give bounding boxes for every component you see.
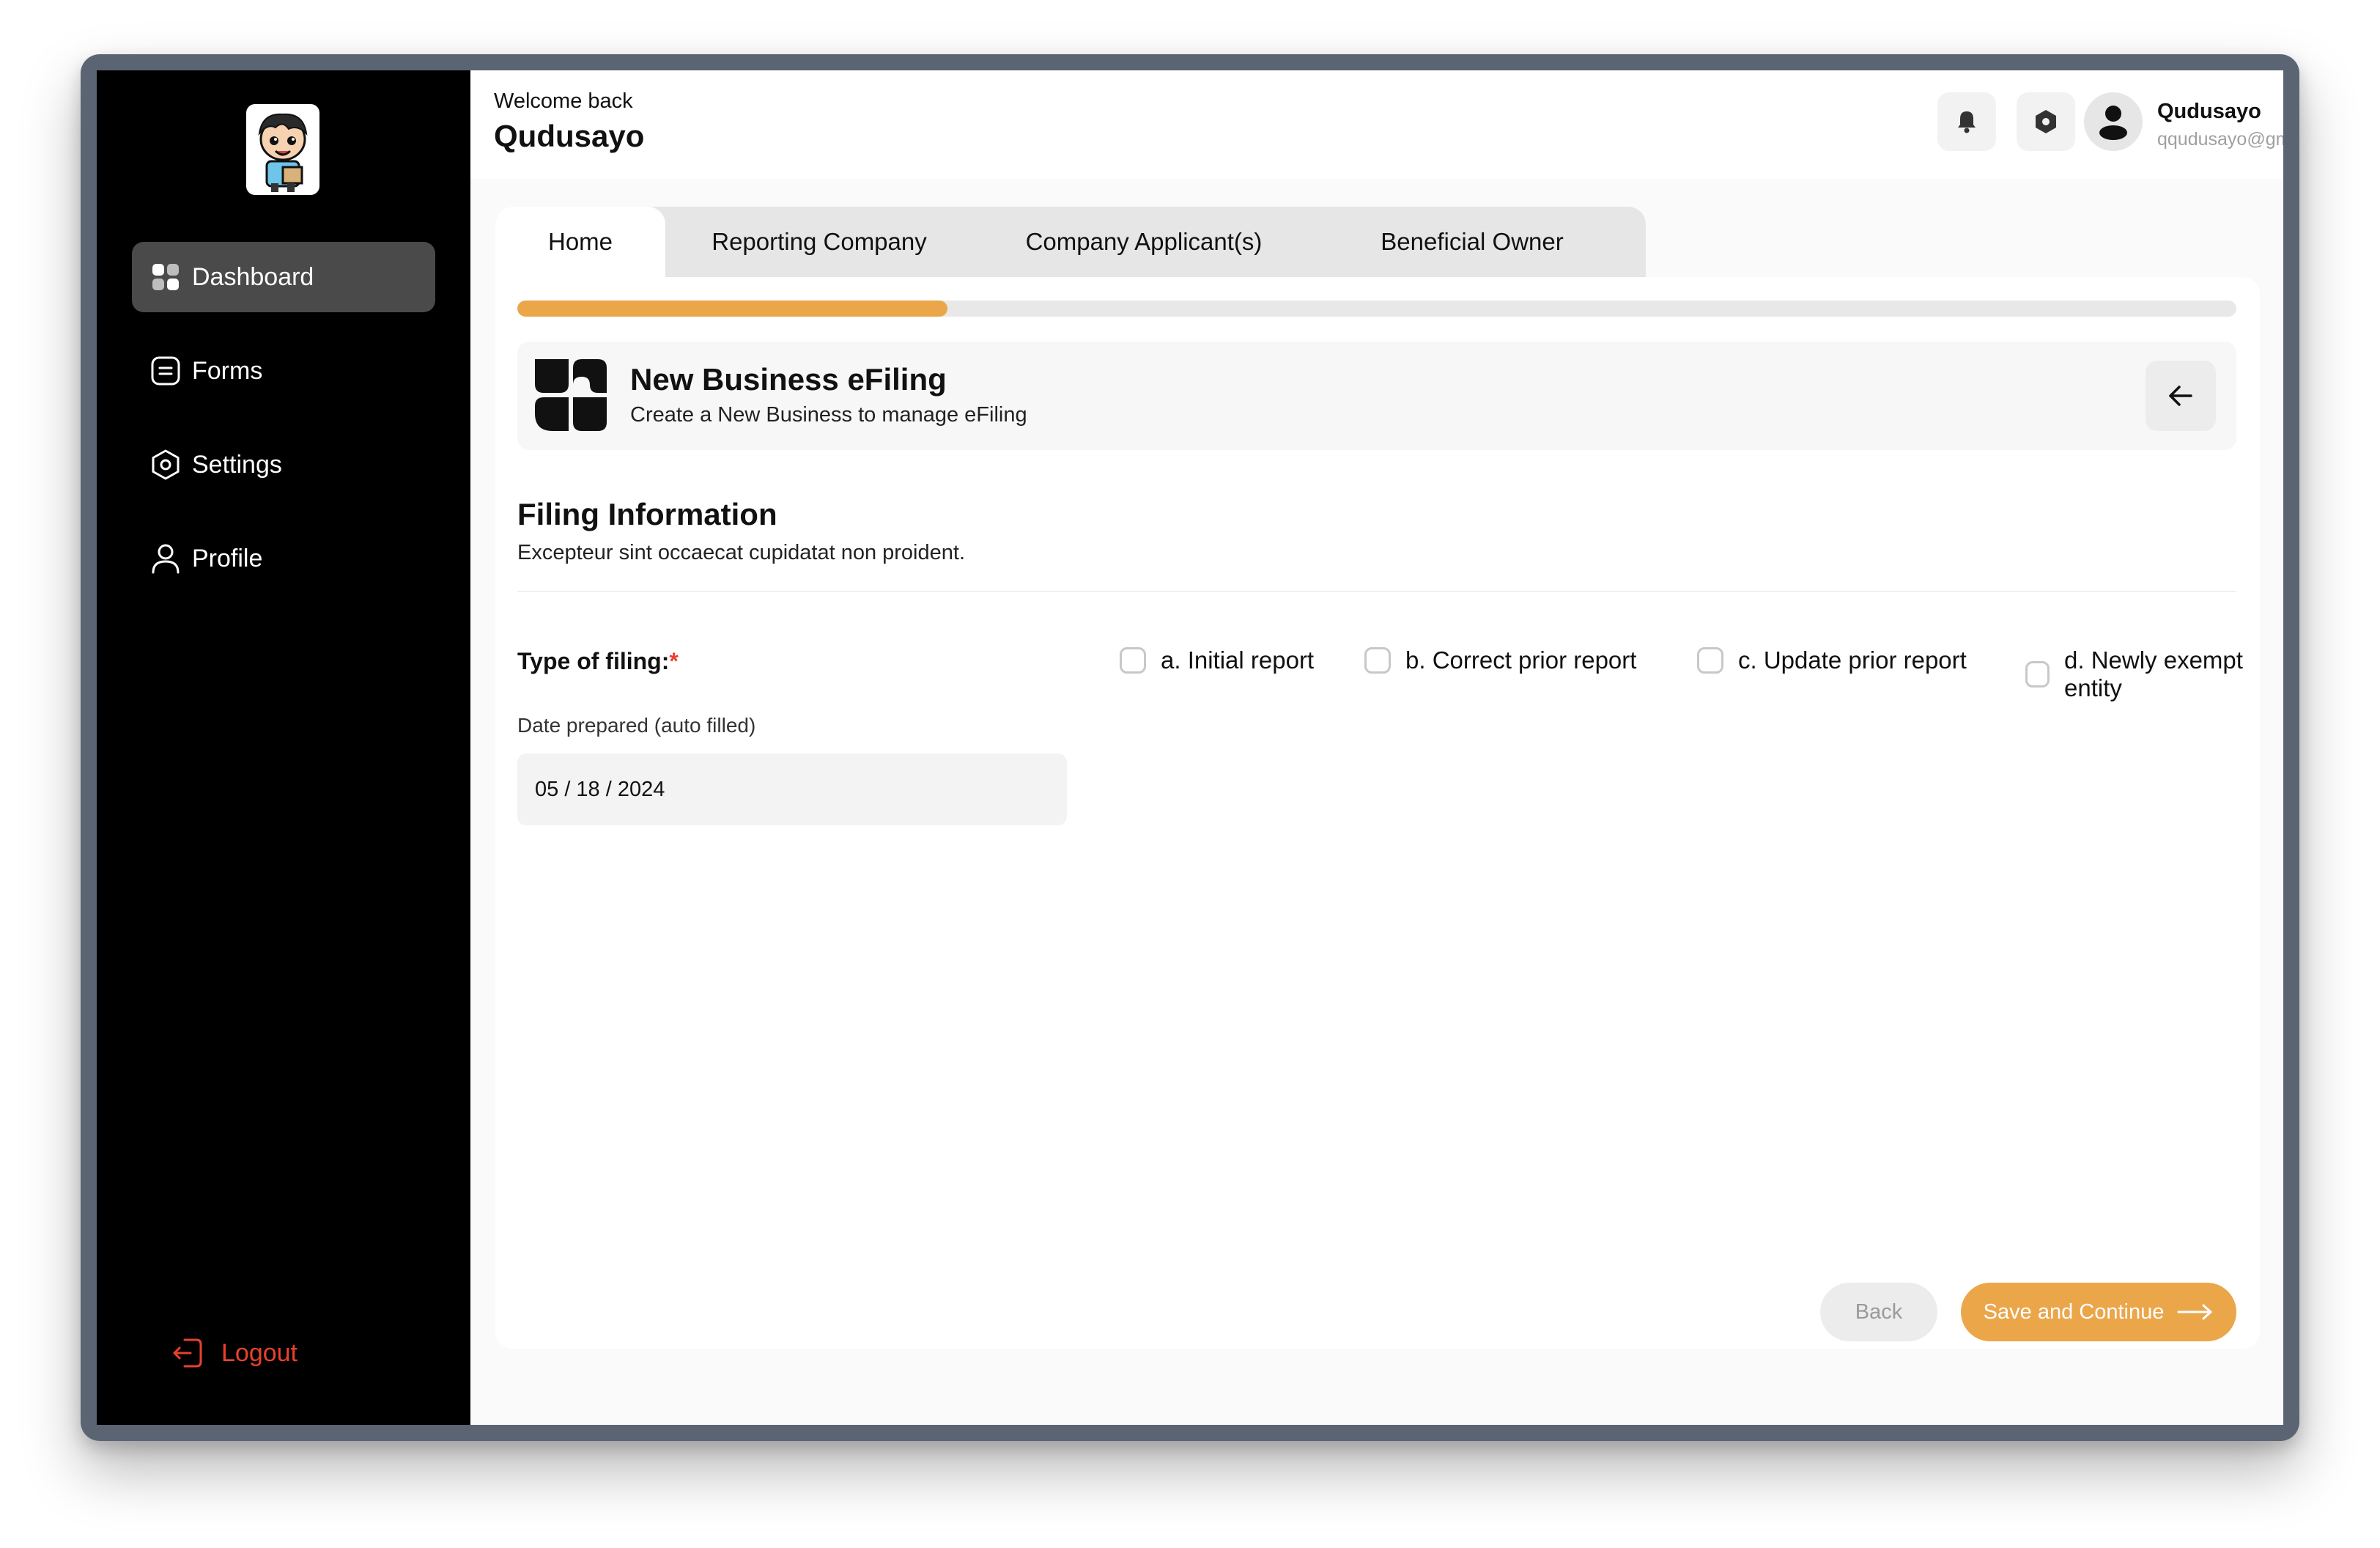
checkbox[interactable]: [2025, 661, 2050, 688]
tab-label: Home: [547, 228, 613, 255]
top-bar: Welcome back Qudusayo Qudusayo qqudusayo…: [470, 70, 2283, 179]
required-mark: *: [669, 648, 679, 674]
sidebar-item-settings[interactable]: Settings: [132, 430, 435, 500]
arrow-left-icon: [2169, 386, 2192, 406]
sidebar-item-profile[interactable]: Profile: [132, 523, 435, 594]
tab-company-applicants[interactable]: Company Applicant(s): [973, 207, 1315, 277]
filing-option-newly-exempt-entity[interactable]: d. Newly exempt entity: [2025, 646, 2283, 702]
checkbox[interactable]: [1697, 647, 1723, 674]
settings-button[interactable]: [2017, 92, 2075, 151]
back-button-label: Back: [1855, 1300, 1903, 1324]
form-banner: New Business eFiling Create a New Busine…: [517, 342, 2236, 450]
sidebar-item-forms[interactable]: Forms: [132, 336, 435, 406]
progress-bar: [517, 301, 2236, 317]
tab-reporting-company[interactable]: Reporting Company: [665, 207, 973, 277]
banner-title: New Business eFiling: [630, 362, 947, 397]
dashboard-icon: [148, 259, 183, 295]
notifications-button[interactable]: [1937, 92, 1996, 151]
bell-icon: [1958, 111, 1976, 133]
arrow-right-icon: [2177, 1304, 2212, 1320]
sidebar-item-dashboard[interactable]: Dashboard: [132, 242, 435, 312]
avatar[interactable]: [2084, 92, 2143, 151]
option-label: d. Newly exempt entity: [2064, 646, 2243, 701]
sidebar-item-label: Profile: [192, 544, 263, 572]
efiling-logo-icon: [535, 359, 607, 431]
sidebar-item-label: Forms: [192, 356, 263, 385]
checkbox[interactable]: [1120, 647, 1146, 674]
section-subtitle: Excepteur sint occaecat cupidatat non pr…: [517, 541, 965, 564]
forms-icon: [148, 353, 183, 388]
date-prepared-input[interactable]: [517, 753, 1067, 825]
page-title: Qudusayo: [494, 119, 645, 153]
option-label: c. Update prior report: [1738, 646, 1967, 674]
tab-beneficial-owner[interactable]: Beneficial Owner: [1315, 207, 1630, 277]
divider: [517, 591, 2236, 592]
option-label: b. Correct prior report: [1405, 646, 1637, 674]
tab-label: Reporting Company: [712, 228, 927, 255]
app-window: Dashboard Forms Settings Profile Logout …: [97, 70, 2283, 1425]
tab-home[interactable]: Home: [495, 207, 665, 277]
app-logo[interactable]: [246, 104, 319, 195]
profile-icon: [148, 541, 183, 576]
save-and-continue-button[interactable]: Save and Continue: [1961, 1283, 2236, 1341]
filing-option-correct-prior-report[interactable]: b. Correct prior report: [1364, 646, 1636, 674]
logout-label: Logout: [221, 1338, 298, 1367]
option-label: a. Initial report: [1161, 646, 1315, 674]
settings-icon: [148, 447, 183, 482]
checkbox[interactable]: [1364, 647, 1391, 674]
sidebar: Dashboard Forms Settings Profile Logout: [97, 70, 470, 1425]
progress-fill: [517, 301, 947, 317]
device-frame: Dashboard Forms Settings Profile Logout …: [81, 54, 2299, 1441]
section-title: Filing Information: [517, 497, 777, 531]
user-avatar-icon: [2099, 106, 2127, 140]
filing-type-label: Type of filing:*: [517, 648, 679, 675]
banner-subtitle: Create a New Business to manage eFiling: [630, 403, 1027, 427]
logout-icon: [170, 1335, 205, 1371]
back-button[interactable]: Back: [1820, 1283, 1937, 1341]
back-arrow-button[interactable]: [2146, 361, 2216, 431]
user-name: Qudusayo: [2157, 100, 2261, 123]
save-button-label: Save and Continue: [1983, 1300, 2165, 1324]
filing-type-label-text: Type of filing:: [517, 648, 670, 674]
date-prepared-label: Date prepared (auto filled): [517, 714, 756, 737]
sidebar-item-label: Settings: [192, 450, 282, 479]
logout-button[interactable]: Logout: [170, 1335, 298, 1371]
filing-option-initial-report[interactable]: a. Initial report: [1120, 646, 1314, 674]
user-email: qqudusayo@gmail.com: [2157, 129, 2283, 150]
tab-label: Beneficial Owner: [1381, 228, 1564, 255]
gear-icon: [2036, 110, 2056, 133]
tab-label: Company Applicant(s): [1025, 228, 1263, 255]
filing-option-update-prior-report[interactable]: c. Update prior report: [1697, 646, 1967, 674]
welcome-text: Welcome back: [494, 89, 633, 113]
sidebar-item-label: Dashboard: [192, 262, 314, 291]
